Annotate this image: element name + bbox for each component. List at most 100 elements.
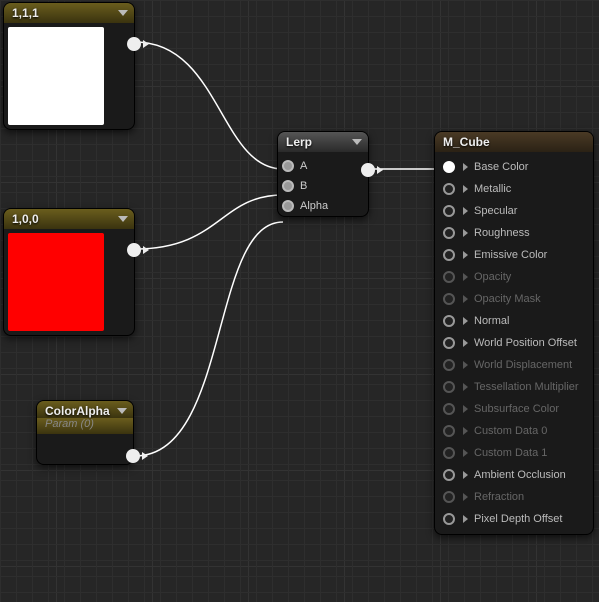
pin-label: Emissive Color <box>474 249 547 261</box>
pin-icon <box>443 513 455 525</box>
input-pin[interactable]: World Position Offset <box>435 332 593 354</box>
input-pin[interactable]: Custom Data 0 <box>435 420 593 442</box>
node-title: 1,0,0 <box>12 212 39 226</box>
input-pin[interactable]: World Displacement <box>435 354 593 376</box>
pin-arrow-icon <box>463 317 468 325</box>
pin-icon <box>443 337 455 349</box>
input-pin-a[interactable]: A <box>278 156 368 176</box>
pin-label: Ambient Occlusion <box>474 469 566 481</box>
pin-label: B <box>300 180 307 192</box>
input-pin[interactable]: Tessellation Multiplier <box>435 376 593 398</box>
pin-label: Opacity Mask <box>474 293 541 305</box>
pin-label: Refraction <box>474 491 524 503</box>
input-pin[interactable]: Emissive Color <box>435 244 593 266</box>
output-pin[interactable] <box>126 449 140 463</box>
pin-label: Tessellation Multiplier <box>474 381 579 393</box>
pin-label: Base Color <box>474 161 528 173</box>
pin-label: Opacity <box>474 271 511 283</box>
input-pin[interactable]: Custom Data 1 <box>435 442 593 464</box>
input-pin[interactable]: Refraction <box>435 486 593 508</box>
pin-icon <box>282 160 294 172</box>
node-constant-100[interactable]: 1,0,0 <box>3 208 135 336</box>
input-pin-b[interactable]: B <box>278 176 368 196</box>
node-header[interactable]: M_Cube <box>435 132 593 152</box>
pin-icon <box>443 403 455 415</box>
pin-arrow-icon <box>463 471 468 479</box>
pin-icon <box>443 293 455 305</box>
pin-label: World Displacement <box>474 359 572 371</box>
output-pin[interactable] <box>127 37 141 51</box>
pin-arrow-icon <box>463 361 468 369</box>
output-arrow-icon <box>377 166 383 174</box>
color-swatch <box>8 27 104 125</box>
input-pin[interactable]: Specular <box>435 200 593 222</box>
pin-arrow-icon <box>463 339 468 347</box>
pin-icon <box>443 249 455 261</box>
input-pin[interactable]: Subsurface Color <box>435 398 593 420</box>
node-header[interactable]: 1,0,0 <box>4 209 134 229</box>
node-title: 1,1,1 <box>12 6 39 20</box>
pin-arrow-icon <box>463 229 468 237</box>
input-pin[interactable]: Opacity <box>435 266 593 288</box>
pin-label: Alpha <box>300 200 328 212</box>
node-title: M_Cube <box>443 135 490 149</box>
pin-arrow-icon <box>463 163 468 171</box>
pin-arrow-icon <box>463 273 468 281</box>
pin-icon <box>443 359 455 371</box>
pin-icon <box>443 183 455 195</box>
node-header[interactable]: 1,1,1 <box>4 3 134 23</box>
pin-arrow-icon <box>463 449 468 457</box>
collapse-icon[interactable] <box>118 10 128 16</box>
pin-icon <box>443 205 455 217</box>
output-arrow-icon <box>143 246 149 254</box>
pin-icon <box>443 469 455 481</box>
input-pin[interactable]: Ambient Occlusion <box>435 464 593 486</box>
output-arrow-icon <box>142 452 148 460</box>
pin-label: Subsurface Color <box>474 403 559 415</box>
output-pin[interactable] <box>361 163 375 177</box>
pin-label: Roughness <box>474 227 530 239</box>
pin-icon <box>443 271 455 283</box>
output-pin[interactable] <box>127 243 141 257</box>
node-header[interactable]: ColorAlpha <box>37 401 133 418</box>
collapse-icon[interactable] <box>117 408 127 414</box>
pin-arrow-icon <box>463 185 468 193</box>
node-lerp[interactable]: Lerp A B Alpha <box>277 131 369 217</box>
node-subtitle: Param (0) <box>37 418 133 434</box>
pin-arrow-icon <box>463 251 468 259</box>
pin-label: World Position Offset <box>474 337 577 349</box>
pin-arrow-icon <box>463 493 468 501</box>
input-pin-alpha[interactable]: Alpha <box>278 196 368 216</box>
node-constant-111[interactable]: 1,1,1 <box>3 2 135 130</box>
output-arrow-icon <box>143 40 149 48</box>
pin-label: Pixel Depth Offset <box>474 513 562 525</box>
pin-arrow-icon <box>463 405 468 413</box>
pin-label: Normal <box>474 315 509 327</box>
color-swatch <box>8 233 104 331</box>
input-pin[interactable]: Metallic <box>435 178 593 200</box>
input-pin[interactable]: Pixel Depth Offset <box>435 508 593 530</box>
pin-label: Specular <box>474 205 517 217</box>
node-header[interactable]: Lerp <box>278 132 368 152</box>
input-pin[interactable]: Normal <box>435 310 593 332</box>
pin-arrow-icon <box>463 515 468 523</box>
pin-icon <box>443 381 455 393</box>
pin-icon <box>443 425 455 437</box>
pin-icon <box>282 180 294 192</box>
input-pin[interactable]: Opacity Mask <box>435 288 593 310</box>
pin-icon <box>282 200 294 212</box>
collapse-icon[interactable] <box>118 216 128 222</box>
input-pin[interactable]: Base Color <box>435 156 593 178</box>
pin-label: A <box>300 160 307 172</box>
input-pin[interactable]: Roughness <box>435 222 593 244</box>
pin-arrow-icon <box>463 207 468 215</box>
pin-arrow-icon <box>463 383 468 391</box>
pin-label: Custom Data 0 <box>474 425 547 437</box>
node-title: Lerp <box>286 135 312 149</box>
pin-icon <box>443 161 455 173</box>
pin-icon <box>443 491 455 503</box>
pin-icon <box>443 227 455 239</box>
node-result-mcube[interactable]: M_Cube Base Color Metallic Specular Roughne… <box>434 131 594 535</box>
collapse-icon[interactable] <box>352 139 362 145</box>
node-param-coloralpha[interactable]: ColorAlpha Param (0) <box>36 400 134 465</box>
